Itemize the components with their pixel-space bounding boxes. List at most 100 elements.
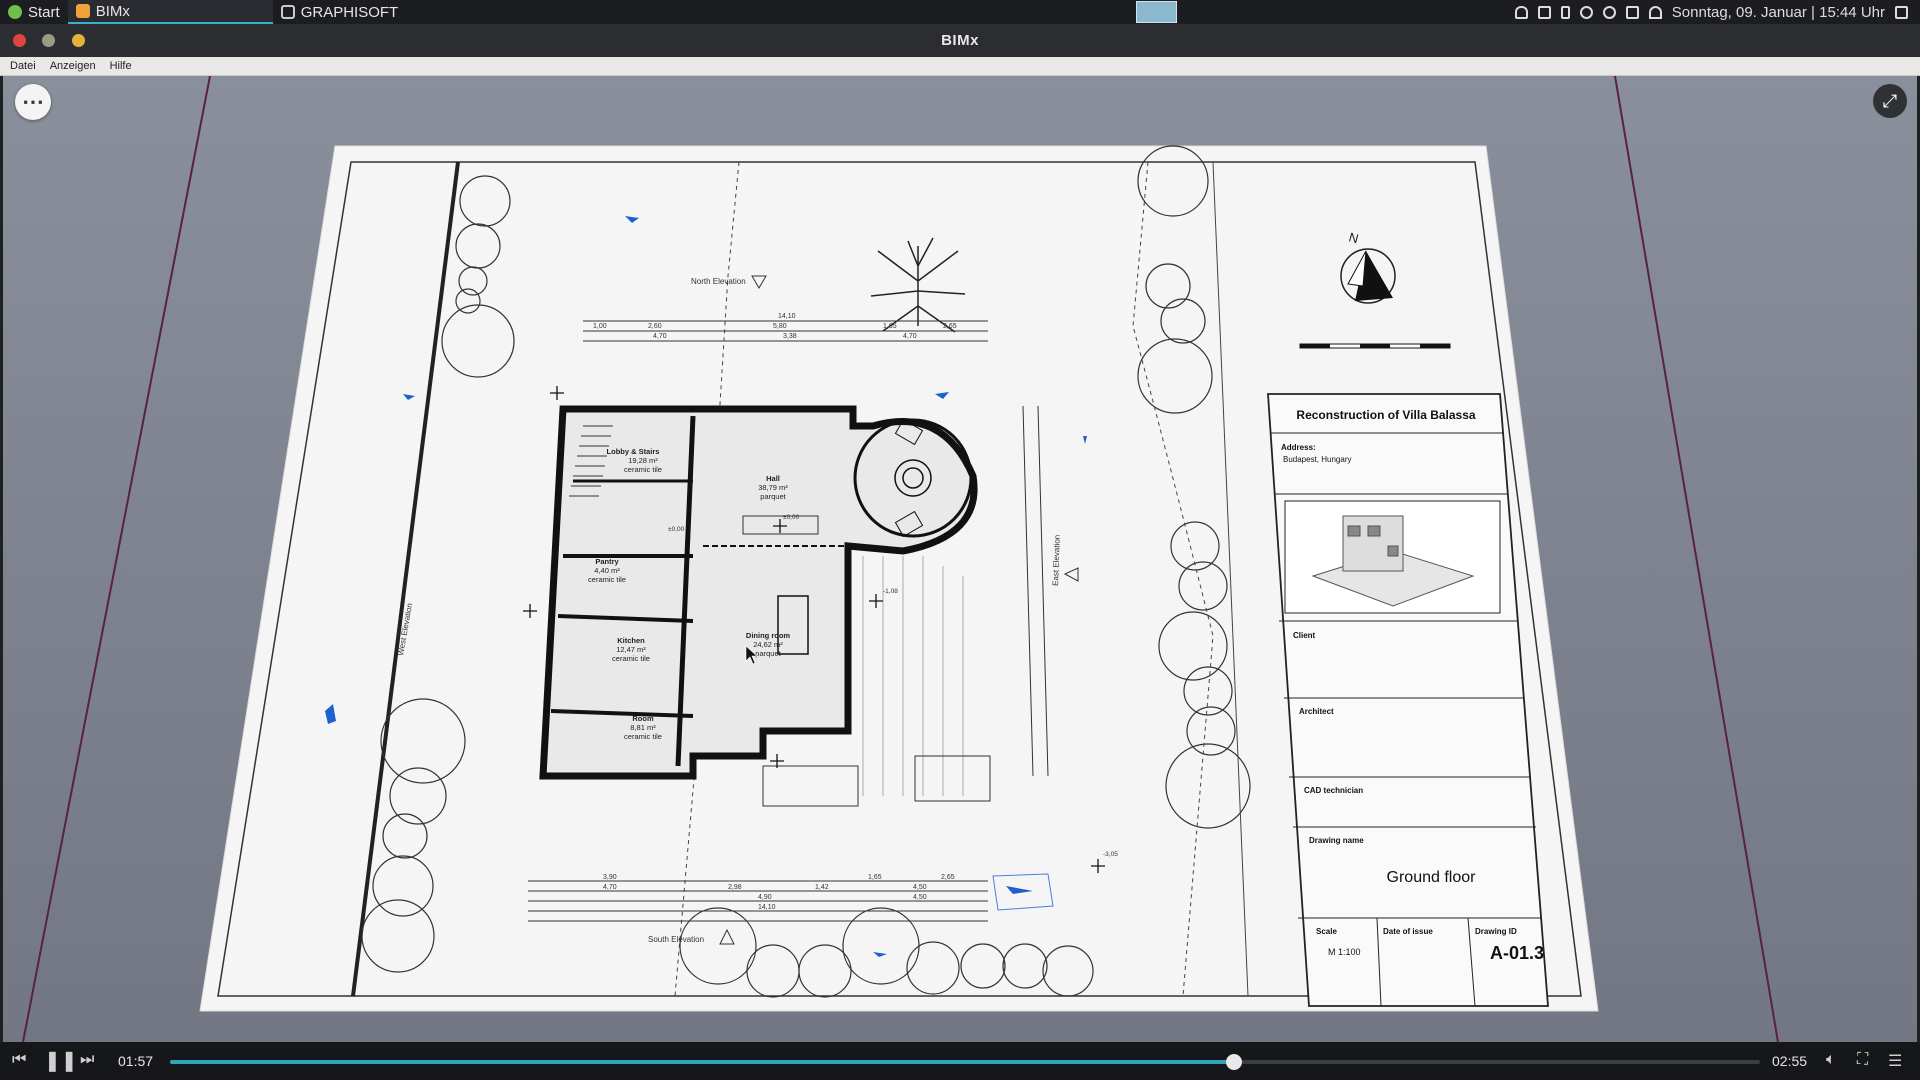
architect-label: Architect bbox=[1299, 707, 1334, 716]
room-area: 19,28 m² bbox=[628, 456, 658, 465]
playlist-icon[interactable]: ☰ bbox=[1888, 1051, 1902, 1071]
network-icon[interactable] bbox=[1602, 5, 1616, 19]
drawing-name-label: Drawing name bbox=[1309, 836, 1364, 845]
room-name: Kitchen bbox=[617, 636, 645, 645]
perspective-line bbox=[22, 76, 211, 1042]
dim-label: 3,38 bbox=[783, 333, 797, 340]
clock[interactable]: Sonntag, 09. Januar | 15:44 Uhr bbox=[1672, 4, 1885, 21]
dim-label: 14,10 bbox=[778, 313, 796, 320]
dim-label: 5,80 bbox=[773, 323, 787, 330]
seek-bar[interactable] bbox=[170, 1054, 1760, 1070]
battery-icon[interactable] bbox=[1560, 5, 1570, 19]
dim-label: 1,42 bbox=[815, 884, 829, 891]
bimx-viewport[interactable]: 14,10 1,00 2,60 5,80 1,65 2,65 4,70 3,38… bbox=[3, 76, 1917, 1042]
dim-label: 4,70 bbox=[603, 884, 617, 891]
task-label: GRAPHISOFT bbox=[300, 3, 399, 21]
dim-label: 4,70 bbox=[653, 333, 667, 340]
dim-label: 1,65 bbox=[883, 323, 897, 330]
bimx-app-icon bbox=[75, 4, 90, 18]
start-icon bbox=[8, 5, 22, 19]
room-name: Dining room bbox=[746, 631, 790, 640]
video-player-bar: ⏮ ❚❚ ⏭ 01:57 02:55 🔈︎ ⛶ ☰ bbox=[0, 1042, 1920, 1080]
taskbar: Start BIMx GRAPHISOFT Sonntag, 09. Janua… bbox=[0, 0, 1920, 24]
notification-icon[interactable] bbox=[1514, 5, 1528, 19]
level-label: ±0,00 bbox=[668, 526, 685, 533]
drawing-sheet[interactable]: 14,10 1,00 2,60 5,80 1,65 2,65 4,70 3,38… bbox=[3, 76, 1917, 1042]
dim-label: 1,00 bbox=[593, 323, 607, 330]
room-area: 24,62 m² bbox=[753, 640, 783, 649]
scale-label: Scale bbox=[1316, 927, 1337, 936]
dim-label: 14,10 bbox=[758, 904, 776, 911]
south-elevation-label: South Elevation bbox=[648, 935, 704, 944]
expand-view-icon[interactable]: ⤢ bbox=[1873, 84, 1907, 118]
dim-label: 2,65 bbox=[943, 323, 957, 330]
current-time: 01:57 bbox=[118, 1053, 154, 1069]
window-title: BIMx bbox=[941, 32, 979, 49]
bluetooth-icon[interactable] bbox=[1579, 5, 1593, 19]
volume-icon[interactable]: 🔈︎ bbox=[1826, 1051, 1836, 1069]
room-name: Hall bbox=[766, 474, 780, 483]
dim-label: 4,90 bbox=[758, 894, 772, 901]
window-titlebar: BIMx bbox=[0, 24, 1920, 57]
scale-bar bbox=[1299, 343, 1451, 349]
room-area: 8,81 m² bbox=[630, 723, 656, 732]
client-label: Client bbox=[1293, 631, 1316, 640]
address-value: Budapest, Hungary bbox=[1283, 455, 1352, 464]
room-finish: parquet bbox=[760, 492, 786, 501]
dim-label: 3,90 bbox=[603, 874, 617, 881]
menu-datei[interactable]: Datei bbox=[10, 60, 36, 72]
more-options-button[interactable]: ⋯ bbox=[15, 84, 51, 120]
project-title: Reconstruction of Villa Balassa bbox=[1296, 408, 1475, 422]
menu-hilfe[interactable]: Hilfe bbox=[110, 60, 132, 72]
room-finish: ceramic tile bbox=[612, 654, 650, 663]
room-area: 4,40 m² bbox=[594, 566, 620, 575]
room-finish: ceramic tile bbox=[624, 465, 662, 474]
folder-icon bbox=[280, 5, 295, 19]
room-finish: ceramic tile bbox=[624, 732, 662, 741]
skip-back-icon[interactable]: ⏮ bbox=[12, 1051, 26, 1069]
clipboard-icon[interactable] bbox=[1625, 5, 1639, 19]
room-name: Lobby & Stairs bbox=[607, 447, 660, 456]
wifi-icon[interactable] bbox=[1648, 5, 1662, 19]
system-tray: Sonntag, 09. Januar | 15:44 Uhr bbox=[1514, 0, 1908, 24]
scale-value: M 1:100 bbox=[1328, 947, 1361, 957]
cad-label: CAD technician bbox=[1304, 786, 1363, 795]
skip-forward-icon[interactable]: ⏭ bbox=[80, 1051, 94, 1069]
level-label: ±0,00 bbox=[783, 514, 800, 521]
room-area: 12,47 m² bbox=[616, 645, 646, 654]
dim-label: 4,70 bbox=[903, 333, 917, 340]
perspective-line bbox=[1614, 76, 1779, 1042]
room-finish: parquet bbox=[755, 649, 781, 658]
show-desktop-icon[interactable] bbox=[1895, 5, 1908, 19]
dim-label: 1,65 bbox=[868, 874, 882, 881]
date-label: Date of issue bbox=[1383, 927, 1433, 936]
task-bimx[interactable]: BIMx bbox=[67, 0, 273, 24]
room-finish: ceramic tile bbox=[588, 575, 626, 584]
room-name: Room bbox=[632, 714, 654, 723]
task-label: BIMx bbox=[95, 2, 130, 20]
dim-label: 2,60 bbox=[648, 323, 662, 330]
drawing-id-label: Drawing ID bbox=[1475, 927, 1517, 936]
fullscreen-icon[interactable]: ⛶ bbox=[1857, 1051, 1868, 1069]
dim-label: 4,50 bbox=[913, 884, 927, 891]
address-label: Address: bbox=[1281, 443, 1316, 452]
level-label: -1,08 bbox=[883, 588, 898, 595]
seek-handle[interactable] bbox=[1225, 1054, 1242, 1070]
drawing-id-value: A-01.3 bbox=[1490, 943, 1544, 963]
seek-progress bbox=[170, 1060, 1234, 1064]
title-block: Reconstruction of Villa Balassa Address:… bbox=[1267, 393, 1549, 1007]
north-elevation-label: North Elevation bbox=[691, 277, 746, 286]
east-elevation-label: East Elevation bbox=[1051, 535, 1062, 586]
dim-label: 4,50 bbox=[913, 894, 927, 901]
window-preview-thumbnail[interactable] bbox=[1136, 1, 1177, 23]
total-time: 02:55 bbox=[1772, 1053, 1808, 1069]
room-name: Pantry bbox=[595, 557, 619, 566]
task-graphisoft[interactable]: GRAPHISOFT bbox=[273, 0, 407, 24]
level-label: -3,05 bbox=[1103, 851, 1118, 858]
room-area: 38,79 m² bbox=[758, 483, 788, 492]
pause-icon[interactable]: ❚❚ bbox=[44, 1048, 78, 1073]
menu-anzeigen[interactable]: Anzeigen bbox=[50, 60, 96, 72]
volume-icon[interactable] bbox=[1537, 5, 1551, 19]
start-label: Start bbox=[28, 3, 60, 21]
start-button[interactable]: Start bbox=[0, 0, 68, 24]
